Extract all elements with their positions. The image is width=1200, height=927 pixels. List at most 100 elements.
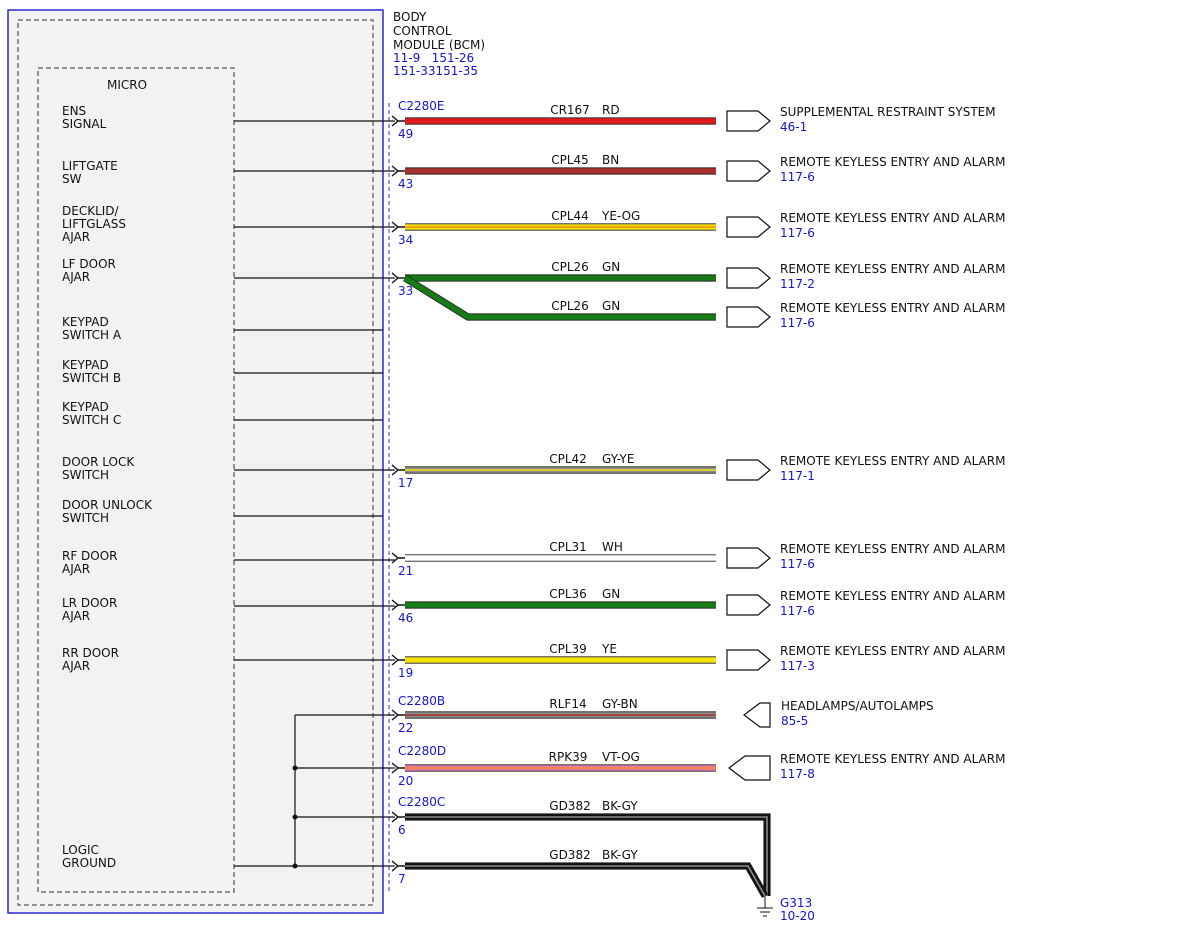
pin-number[interactable]: 6: [398, 823, 406, 837]
input-label: GROUND: [62, 856, 116, 870]
input-label: LR DOOR: [62, 596, 117, 610]
destination-name[interactable]: REMOTE KEYLESS ENTRY AND ALARM: [780, 542, 1005, 556]
input-label: RF DOOR: [62, 549, 118, 563]
circuit-number: GD382: [549, 799, 590, 813]
input-label: SW: [62, 172, 82, 186]
destination-ref[interactable]: 117-1: [780, 469, 815, 483]
destination-connector-icon[interactable]: [726, 267, 771, 289]
destination-name[interactable]: REMOTE KEYLESS ENTRY AND ALARM: [780, 211, 1005, 225]
splice-dot: [292, 814, 298, 820]
circuit-number: CPL36: [549, 587, 587, 601]
destination-connector-icon[interactable]: [726, 306, 771, 328]
destination-ref[interactable]: 117-8: [780, 767, 815, 781]
input-label: ENS: [62, 104, 86, 118]
circuit-number: CPL31: [549, 540, 587, 554]
wire-color-code: WH: [602, 540, 623, 554]
destination-connector-icon[interactable]: [726, 110, 771, 132]
destination-ref[interactable]: 46-1: [780, 120, 807, 134]
input-label: SWITCH: [62, 468, 109, 482]
destination-name[interactable]: REMOTE KEYLESS ENTRY AND ALARM: [780, 589, 1005, 603]
input-label: DOOR UNLOCK: [62, 498, 153, 512]
wire-color-code: GN: [602, 587, 620, 601]
pin-number[interactable]: 49: [398, 127, 413, 141]
destination-connector-icon[interactable]: [728, 755, 771, 781]
connector-id[interactable]: C2280D: [398, 744, 446, 758]
destination-ref[interactable]: 117-6: [780, 316, 815, 330]
input-label: LIFTGLASS: [62, 217, 126, 231]
module-name-line-1: BODY: [393, 10, 427, 24]
pin-number[interactable]: 22: [398, 721, 413, 735]
destination-name[interactable]: REMOTE KEYLESS ENTRY AND ALARM: [780, 644, 1005, 658]
ground-ref[interactable]: 10-20: [780, 909, 815, 923]
input-label: KEYPAD: [62, 315, 109, 329]
destination-connector-icon[interactable]: [726, 459, 771, 481]
pin-number[interactable]: 33: [398, 284, 413, 298]
wire-color-code: GN: [602, 260, 620, 274]
connector-pin-arrow-icon: [391, 599, 405, 611]
destination-connector-icon[interactable]: [726, 594, 771, 616]
circuit-number: CPL26: [551, 299, 589, 313]
pin-number[interactable]: 20: [398, 774, 413, 788]
wire-color-code: GN: [602, 299, 620, 313]
connector-id[interactable]: C2280C: [398, 795, 445, 809]
ground-name[interactable]: G313: [780, 896, 812, 910]
wire-color-code: GY-BN: [602, 697, 638, 711]
ground-symbol-icon: [757, 896, 773, 917]
input-label: KEYPAD: [62, 400, 109, 414]
pin-number[interactable]: 43: [398, 177, 413, 191]
destination-ref[interactable]: 117-6: [780, 604, 815, 618]
input-label: SWITCH C: [62, 413, 121, 427]
wires: [391, 110, 771, 898]
micro-label: MICRO: [107, 78, 147, 92]
splice-dot: [292, 863, 298, 869]
input-label: AJAR: [62, 230, 90, 244]
wire-color-code: RD: [602, 103, 620, 117]
destination-connector-icon[interactable]: [726, 216, 771, 238]
destination-connector-icon[interactable]: [743, 702, 771, 728]
pin-number[interactable]: 46: [398, 611, 413, 625]
destination-ref[interactable]: 117-2: [780, 277, 815, 291]
destination-ref[interactable]: 117-6: [780, 226, 815, 240]
wire-outline: [405, 862, 769, 898]
wire-body: [405, 863, 768, 898]
input-label: DECKLID/: [62, 204, 120, 218]
splice-dot: [292, 765, 298, 771]
destination-name[interactable]: REMOTE KEYLESS ENTRY AND ALARM: [780, 454, 1005, 468]
circuit-number: CPL39: [549, 642, 587, 656]
circuit-number: RLF14: [549, 697, 586, 711]
input-label: AJAR: [62, 609, 90, 623]
connector-id[interactable]: C2280E: [398, 99, 445, 113]
destination-ref[interactable]: 117-6: [780, 170, 815, 184]
input-label: AJAR: [62, 270, 90, 284]
pin-number[interactable]: 34: [398, 233, 413, 247]
wire-color-code: YE-OG: [601, 209, 640, 223]
pin-number[interactable]: 19: [398, 666, 413, 680]
destination-name[interactable]: REMOTE KEYLESS ENTRY AND ALARM: [780, 301, 1005, 315]
input-label: KEYPAD: [62, 358, 109, 372]
wire-color-code: BK-GY: [602, 848, 638, 862]
destination-name[interactable]: REMOTE KEYLESS ENTRY AND ALARM: [780, 752, 1005, 766]
destination-name[interactable]: SUPPLEMENTAL RESTRAINT SYSTEM: [780, 105, 996, 119]
module-ref-line-1[interactable]: 11-9 151-26: [393, 51, 474, 65]
destination-name[interactable]: HEADLAMPS/AUTOLAMPS: [781, 699, 934, 713]
wire-gd382[interactable]: [391, 860, 769, 898]
pin-number[interactable]: 7: [398, 872, 406, 886]
wire-color-code: BK-GY: [602, 799, 638, 813]
destination-ref[interactable]: 117-6: [780, 557, 815, 571]
input-label: SWITCH: [62, 511, 109, 525]
pin-number[interactable]: 21: [398, 564, 413, 578]
pin-number[interactable]: 17: [398, 476, 413, 490]
destination-connector-icon[interactable]: [726, 649, 771, 671]
input-label: SIGNAL: [62, 117, 107, 131]
destination-ref[interactable]: 117-3: [780, 659, 815, 673]
connector-id[interactable]: C2280B: [398, 694, 445, 708]
module-ref-line-2[interactable]: 151-33151-35: [393, 64, 478, 78]
input-label: DOOR LOCK: [62, 455, 135, 469]
destination-connector-icon[interactable]: [726, 160, 771, 182]
destination-connector-icon[interactable]: [726, 547, 771, 569]
destination-ref[interactable]: 85-5: [781, 714, 808, 728]
destination-name[interactable]: REMOTE KEYLESS ENTRY AND ALARM: [780, 262, 1005, 276]
module-name-line-2: CONTROL: [393, 24, 452, 38]
input-label: AJAR: [62, 659, 90, 673]
destination-name[interactable]: REMOTE KEYLESS ENTRY AND ALARM: [780, 155, 1005, 169]
